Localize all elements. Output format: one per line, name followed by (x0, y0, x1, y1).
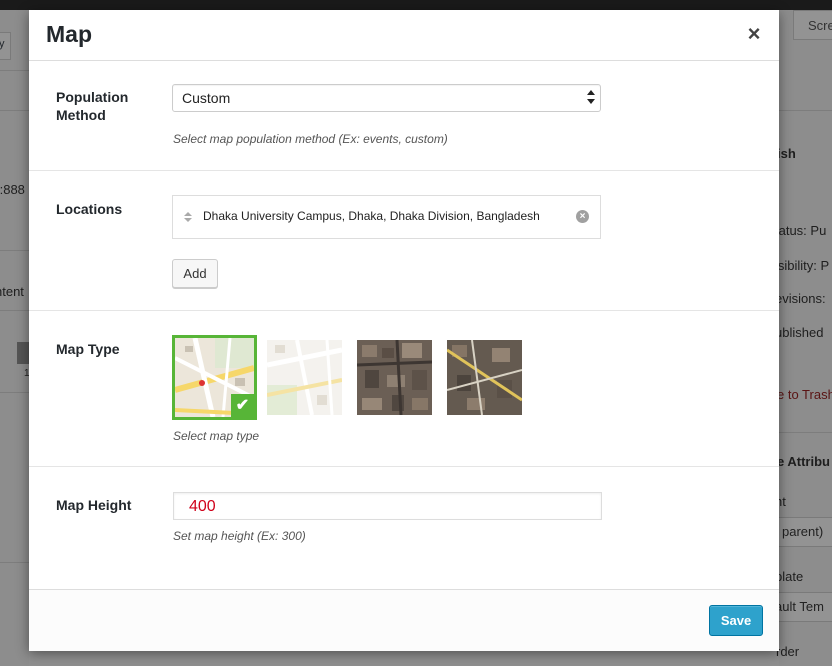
light-map-thumbnail-icon (267, 340, 342, 415)
map-modal: Map × Population Method Custom Select ma… (29, 10, 779, 651)
background-divider (779, 432, 832, 433)
map-type-hybrid-option[interactable] (447, 340, 522, 415)
background-text: ublished (775, 325, 824, 340)
background-text: isibility: P (775, 258, 830, 273)
close-button[interactable]: × (745, 23, 763, 45)
population-method-help: Select map population method (Ex: events… (173, 132, 448, 146)
population-method-label: Population Method (56, 89, 129, 123)
hybrid-thumbnail-icon (447, 340, 522, 415)
locations-label: Locations (56, 201, 123, 217)
select-arrows-icon (587, 90, 595, 104)
background-divider (0, 392, 29, 393)
background-button: y (0, 32, 11, 60)
background-text: plate (775, 569, 804, 584)
map-type-roadmap-option[interactable]: ✔ (172, 335, 257, 420)
background-text: tatus: Pu (775, 223, 827, 238)
background-screen-options-button: Scre (793, 10, 832, 40)
modal-header: Map × (29, 10, 779, 61)
map-height-input[interactable]: 400 (173, 492, 602, 520)
background-text: t:888 (0, 182, 25, 197)
background-right-panel: Scre ish tatus: Pu isibility: P evisions… (775, 10, 832, 666)
modal-footer: Save (29, 589, 779, 651)
map-type-satellite-option[interactable] (357, 340, 432, 415)
map-type-help: Select map type (173, 429, 260, 443)
save-button[interactable]: Save (709, 605, 763, 636)
background-text: evisions: (775, 291, 826, 306)
background-select: ault Tem (775, 592, 832, 622)
population-method-value: Custom (182, 90, 231, 106)
background-text: ish (777, 146, 796, 161)
map-type-light-option[interactable] (267, 340, 342, 415)
modal-title: Map (46, 21, 92, 47)
background-link: e to Trash (777, 387, 832, 402)
background-left-panel: y t:888 ntent 1 (0, 10, 30, 666)
background-divider (779, 110, 832, 111)
admin-top-bar (0, 0, 832, 10)
map-height-label: Map Height (56, 497, 132, 513)
remove-location-icon[interactable]: × (576, 210, 589, 223)
background-select: parent) (776, 517, 832, 547)
selected-check-icon: ✔ (231, 394, 254, 417)
location-name: Dhaka University Campus, Dhaka, Dhaka Di… (203, 209, 540, 223)
background-divider (0, 310, 29, 311)
population-method-select[interactable]: Custom (172, 84, 601, 112)
background-toolbar-block (17, 342, 29, 364)
background-text: e Attribu (777, 454, 830, 469)
background-text: rder (776, 644, 800, 659)
add-location-button[interactable]: Add (172, 259, 218, 288)
map-height-help: Set map height (Ex: 300) (173, 529, 306, 543)
locations-row (29, 171, 779, 311)
map-height-value: 400 (189, 498, 216, 515)
satellite-thumbnail-icon (357, 340, 432, 415)
background-divider (0, 70, 29, 71)
background-divider (0, 250, 29, 251)
background-divider (0, 562, 29, 563)
background-tab-text: ntent (0, 284, 24, 299)
drag-handle-icon[interactable] (183, 211, 193, 223)
location-item[interactable]: Dhaka University Campus, Dhaka, Dhaka Di… (172, 195, 601, 239)
map-type-label: Map Type (56, 341, 120, 357)
background-divider (0, 110, 29, 111)
